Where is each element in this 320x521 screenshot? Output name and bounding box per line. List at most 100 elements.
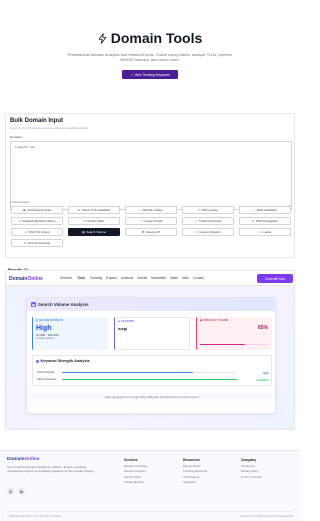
strength-value: Excellent xyxy=(256,377,269,382)
volume-estimate-label: ▮ VOLUME ESTIMATE xyxy=(36,319,64,323)
page-title: Domain Tools xyxy=(0,30,300,46)
domain-count: 1/100 domains xyxy=(10,200,30,204)
page-subtitle: Professional domain analysis and researc… xyxy=(67,52,233,63)
tool-label: Reverse IP xyxy=(145,230,161,234)
nav-submit[interactable]: Submit xyxy=(137,276,147,280)
volume-range: 10,000 - 100,000 xyxy=(36,333,59,337)
users-icon: ☺ xyxy=(258,230,262,234)
strength-value: High xyxy=(262,370,269,375)
google-trends-button[interactable]: ↗ Google Trends xyxy=(125,217,177,225)
app-logo[interactable]: DomainOnline xyxy=(9,276,43,282)
strength-label: Trend Strength xyxy=(37,371,55,374)
difficulty-bar xyxy=(200,343,269,345)
ssl-tls-check-button[interactable]: ⊡ SSL/TLS Check xyxy=(11,228,63,236)
footer-credit: Powered by AI, Built for Domain Professi… xyxy=(240,515,293,518)
footer-link-terms-of-service[interactable]: Terms of Service xyxy=(241,475,262,480)
tool-label: Check Expiry Date xyxy=(27,208,52,212)
nav-tools[interactable]: Tools xyxy=(76,276,86,280)
tool-label: Keyword Search xyxy=(199,230,221,234)
footer-column-title: Services xyxy=(124,458,138,462)
footer-description: Your complete domain intelligence platfo… xyxy=(7,465,95,473)
footer-logo-accent: Online xyxy=(24,457,40,462)
tool-label: WHOIS Lookup xyxy=(142,208,163,212)
linkedin-icon[interactable]: in xyxy=(18,488,25,495)
footer-link-newsletter[interactable]: Newsletter xyxy=(183,480,207,485)
strength-label: Search Demand xyxy=(37,378,56,381)
footer-link-domain-brokers[interactable]: Domain Brokers xyxy=(124,480,148,485)
trademark-check-button[interactable]: ◇ Trademark Check xyxy=(182,217,234,225)
nav-main[interactable]: Main xyxy=(182,276,189,280)
footer-column-title: Resources xyxy=(183,458,200,462)
reverse-ip-button[interactable]: ⇄ Reverse IP xyxy=(125,228,177,236)
keyword-label: ◆ KEYWORD xyxy=(118,320,135,324)
leads-button[interactable]: ☺ Leads xyxy=(239,228,291,236)
strength-bar xyxy=(62,378,237,381)
tool-label: Google Trends xyxy=(143,219,163,223)
check-icon: ✓ xyxy=(253,208,256,212)
app-logo-accent: Online xyxy=(27,276,43,282)
tool-label: Bulk Availability xyxy=(257,208,277,212)
hero-section: Domain Tools Professional domain analysi… xyxy=(0,0,300,96)
footer-column-services: Services Domain Consulting Domain Investin… xyxy=(124,458,148,486)
nav-explore[interactable]: Explore xyxy=(106,276,117,280)
check-tld-availability-button[interactable]: ⊕ Check TLD Availability xyxy=(68,206,120,214)
dns-lookup-button[interactable]: ≡ DNS Lookup xyxy=(182,206,234,214)
dns-propagation-button[interactable]: ⋔ DNS Propagation xyxy=(239,217,291,225)
keyword-strength-title: Keyword Strength Analysis xyxy=(36,359,90,363)
similar-sales-button[interactable]: $ Similar Sales xyxy=(68,217,120,225)
tool-label: DNS Lookup xyxy=(201,208,218,212)
strength-bar-fill xyxy=(62,371,194,374)
footer-bottom: © 2025 DomainOnline.com. All rights rese… xyxy=(7,511,293,518)
chart-icon: ▤ xyxy=(82,230,85,234)
bulk-domain-panel: Bulk Domain Input Enter up to 100 domain… xyxy=(5,113,295,258)
nav-auctions[interactable]: Auctions xyxy=(121,276,133,280)
footer-logo[interactable]: DomainOnline xyxy=(7,457,40,462)
app-logo-main: Domain xyxy=(9,276,28,282)
volume-estimate-value: High xyxy=(36,325,52,332)
app-nav-links: Services Tools Trending Explore Auctions Subm… xyxy=(60,276,204,280)
view-trending-button[interactable]: ↗ View Trending Keywords xyxy=(122,70,178,79)
whois-lookup-button[interactable]: ⌕ WHOIS Lookup xyxy=(125,206,177,214)
lock-icon: ⊡ xyxy=(24,230,28,234)
footer-column-resources: Resources Domain News Trending Keywords AI … xyxy=(183,458,207,486)
difficulty-card: ◉ DIFFICULTY SCORE 65% xyxy=(196,317,272,350)
domains-textarea[interactable]: luxgift.cow xyxy=(10,141,292,210)
footer-column-title: Company xyxy=(241,458,257,462)
nav-contact[interactable]: Contact xyxy=(193,276,204,280)
tool-label: DNS Propagation xyxy=(255,219,279,223)
nav-make[interactable]: Make xyxy=(170,276,178,280)
app-body: ▤ Search Volume Analysis ▮ VOLUME ESTIMAT… xyxy=(6,286,294,429)
difficulty-label: ◉ DIFFICULTY SCORE xyxy=(200,319,229,323)
search-volume-button[interactable]: ▤ Search Volume xyxy=(68,228,120,236)
keyword-search-button[interactable]: ⚷ Keyword Search xyxy=(182,228,234,236)
shield-icon: ◇ xyxy=(194,219,197,223)
chat-label: Chat with Max xyxy=(264,276,286,281)
chat-button[interactable]: Chat with Max xyxy=(257,274,293,283)
bulk-availability-button[interactable]: ✓ Bulk Availability xyxy=(239,206,291,214)
nav-trending[interactable]: Trending xyxy=(90,276,102,280)
bulk-title: Bulk Domain Input xyxy=(10,118,63,124)
difficulty-bar-fill xyxy=(200,343,245,345)
check-expiry-date-button[interactable]: ▣ Check Expiry Date xyxy=(11,206,63,214)
result-preview: DomainOnline Services Tools Trending Explor… xyxy=(5,270,295,430)
trend-icon: ↗ xyxy=(130,72,134,77)
difficulty-value: 65% xyxy=(257,325,268,331)
keyword-value: luxgi xyxy=(118,326,128,331)
view-trending-label: View Trending Keywords xyxy=(134,72,170,77)
award-icon: ★ xyxy=(23,241,27,245)
x-icon[interactable]: X xyxy=(7,488,14,495)
domain-authority-button[interactable]: ★ Domain Authority xyxy=(11,239,63,247)
tool-label: Similar Sales xyxy=(87,219,105,223)
data-source-note: Data aggregated from Google, Bing, Wikip… xyxy=(32,393,272,401)
volume-note: monthly searches xyxy=(36,338,55,340)
nav-newsletter[interactable]: Newsletter xyxy=(151,276,166,280)
tag-icon: ◆ xyxy=(118,321,120,323)
footer-logo-main: Domain xyxy=(7,457,25,462)
tool-label: Check TLD Availability xyxy=(81,208,111,212)
keyword-card: ◆ KEYWORD luxgi xyxy=(114,317,190,350)
site-footer: DomainOnline Your complete domain intell… xyxy=(0,450,300,521)
nav-services[interactable]: Services xyxy=(60,276,72,280)
strength-bar-fill xyxy=(62,378,237,381)
domains-textarea-value: luxgift.cow xyxy=(15,145,35,149)
wayback-machine-history-button[interactable]: ↺ Wayback Machine History xyxy=(11,217,63,225)
